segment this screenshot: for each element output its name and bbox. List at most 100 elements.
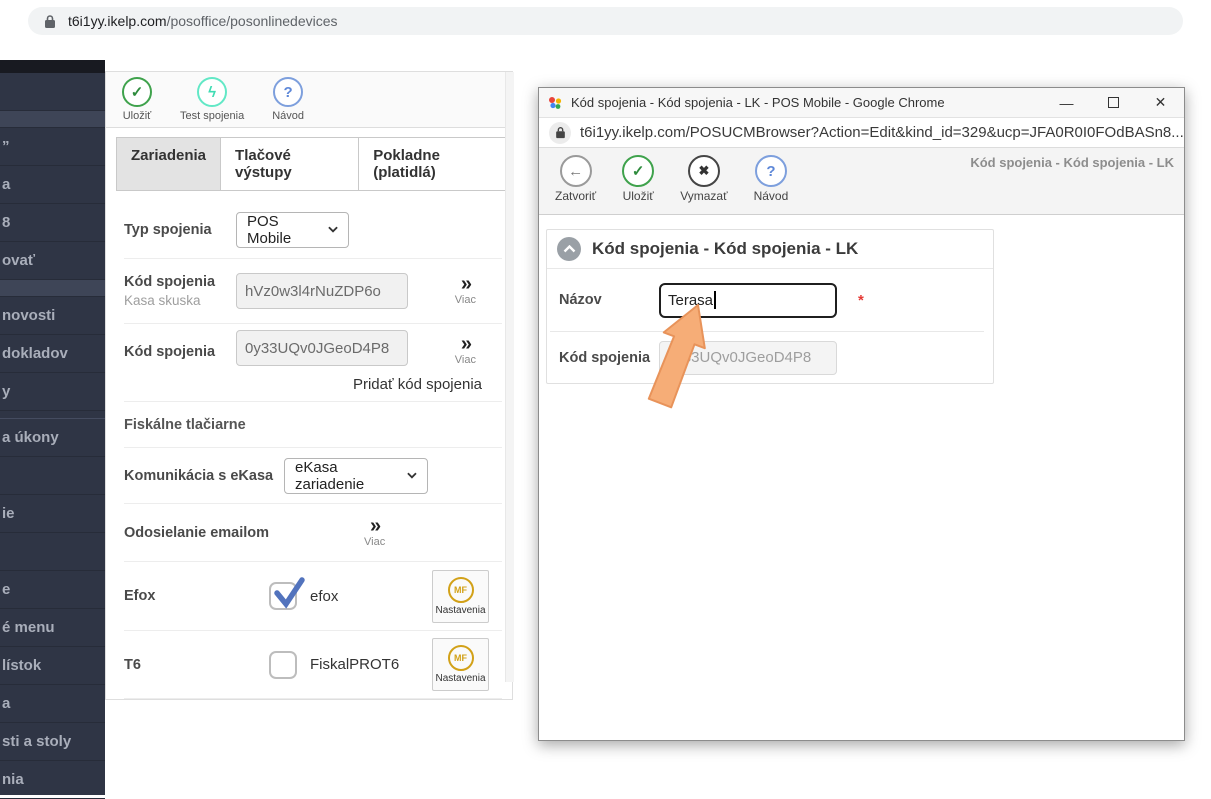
sidebar-item[interactable]: ie xyxy=(0,495,105,533)
close-dialog-button[interactable]: ← Zatvoriť xyxy=(555,155,596,214)
minimize-button[interactable]: — xyxy=(1043,88,1090,118)
code1-sublabel: Kasa skuska xyxy=(124,293,236,308)
sidebar-item[interactable] xyxy=(0,73,105,111)
help-button[interactable]: ? Návod xyxy=(754,155,789,214)
window-controls: — ✕ xyxy=(1043,88,1184,118)
popup-window-title: Kód spojenia - Kód spojenia - LK - POS M… xyxy=(571,95,945,110)
test-connection-button[interactable]: ϟ Test spojenia xyxy=(180,77,244,122)
sidebar-item[interactable]: e xyxy=(0,571,105,609)
save-button[interactable]: ✓ Uložiť xyxy=(622,155,654,214)
close-icon: ✕ xyxy=(1155,94,1167,111)
email-more-button[interactable]: » Viac xyxy=(364,518,385,548)
connection-type-label: Typ spojenia xyxy=(124,222,236,238)
devices-settings-panel: ✓ Uložiť ϟ Test spojenia ? Návod Zariade… xyxy=(105,71,513,700)
save-button[interactable]: ✓ Uložiť xyxy=(122,77,152,122)
arrow-up-icon xyxy=(640,299,720,411)
popup-window: Kód spojenia - Kód spojenia - LK - POS M… xyxy=(538,87,1185,741)
sidebar-divider xyxy=(0,411,105,419)
mf-fiscal-icon: MF xyxy=(448,577,474,603)
sidebar-item[interactable]: nia xyxy=(0,761,105,799)
chevrons-icon: » xyxy=(461,336,470,352)
sidebar-divider xyxy=(0,111,105,128)
sidebar-item[interactable]: dokladov xyxy=(0,335,105,373)
sidebar-item[interactable]: a xyxy=(0,685,105,723)
url-path: /posoffice/posonlinedevices xyxy=(167,13,338,29)
url-domain: t6i1yy.ikelp.com xyxy=(68,13,167,29)
efox-settings-button[interactable]: MF Nastavenia xyxy=(432,570,489,623)
t6-label: T6 xyxy=(124,657,269,673)
address-bar[interactable]: t6i1yy.ikelp.com/posoffice/posonlinedevi… xyxy=(28,7,1183,35)
connection-type-select[interactable]: POS Mobile xyxy=(236,212,349,248)
popup-url-text: t6i1yy.ikelp.com/POSUCMBrowser?Action=Ed… xyxy=(580,124,1184,141)
fiscal-printers-section-title: Fiskálne tlačiarne xyxy=(124,417,246,433)
sidebar-item[interactable]: y xyxy=(0,373,105,411)
popup-titlebar[interactable]: Kód spojenia - Kód spojenia - LK - POS M… xyxy=(539,88,1184,118)
main-toolbar: ✓ Uložiť ϟ Test spojenia ? Návod xyxy=(106,72,512,128)
collapse-button[interactable] xyxy=(557,237,581,261)
checkmark-icon xyxy=(272,576,306,610)
code1-more-button[interactable]: » Viac xyxy=(455,276,476,306)
save-check-icon: ✓ xyxy=(122,77,152,107)
t6-checkbox[interactable] xyxy=(269,651,297,679)
help-button[interactable]: ? Návod xyxy=(272,77,304,122)
sidebar-divider xyxy=(0,280,105,297)
sidebar-item[interactable]: sti a stoly xyxy=(0,723,105,761)
sidebar-item[interactable]: novosti xyxy=(0,297,105,335)
add-connection-code-link[interactable]: Pridať kód spojenia xyxy=(353,376,482,393)
edit-card: Kód spojenia - Kód spojenia - LK Názov T… xyxy=(546,229,994,384)
t6-settings-button[interactable]: MF Nastavenia xyxy=(432,638,489,691)
sidebar-item[interactable]: ovať xyxy=(0,242,105,280)
t6-checkbox-label: FiskalPROT6 xyxy=(310,656,399,673)
code2-input[interactable]: 0y33UQv0JGeoD4P8 xyxy=(236,330,408,366)
chevron-down-icon xyxy=(407,472,417,479)
code1-label: Kód spojenia xyxy=(124,274,236,290)
delete-x-icon: ✖ xyxy=(688,155,720,187)
email-sending-label: Odosielanie emailom xyxy=(124,525,296,541)
sidebar-item[interactable] xyxy=(0,457,105,495)
sidebar-item[interactable] xyxy=(0,533,105,571)
sidebar-item[interactable]: é menu xyxy=(0,609,105,647)
chevron-up-icon xyxy=(563,245,576,253)
ikelp-favicon xyxy=(547,95,563,111)
card-header: Kód spojenia - Kód spojenia - LK xyxy=(547,230,993,269)
tab-bar: Zariadenia Tlačové výstupy Pokladne (pla… xyxy=(116,137,512,191)
required-asterisk: * xyxy=(858,292,864,309)
panel-scrollbar[interactable] xyxy=(505,72,514,682)
delete-button[interactable]: ✖ Vymazať xyxy=(680,155,727,214)
popup-content: Kód spojenia - Kód spojenia - LK Názov T… xyxy=(539,215,1184,742)
sidebar-item[interactable]: 8 xyxy=(0,204,105,242)
close-button[interactable]: ✕ xyxy=(1137,88,1184,118)
lightning-icon: ϟ xyxy=(197,77,227,107)
code2-label: Kód spojenia xyxy=(124,344,236,360)
sidebar-header-strip xyxy=(0,60,105,73)
sidebar-nav: ” a 8 ovať novosti dokladov y a úkony ie… xyxy=(0,60,105,795)
tab-pokladne[interactable]: Pokladne (platidlá) xyxy=(358,137,513,191)
question-icon: ? xyxy=(755,155,787,187)
tab-zariadenia[interactable]: Zariadenia xyxy=(116,137,221,191)
maximize-icon xyxy=(1108,97,1119,108)
tab-tlacove-vystupy[interactable]: Tlačové výstupy xyxy=(220,137,359,191)
mf-fiscal-icon: MF xyxy=(448,645,474,671)
efox-label: Efox xyxy=(124,588,269,604)
lock-icon xyxy=(549,122,571,144)
annotation-arrow xyxy=(640,299,720,411)
code2-more-button[interactable]: » Viac xyxy=(455,336,476,366)
popup-toolbar: ← Zatvoriť ✓ Uložiť ✖ Vymazať ? Návod Kó… xyxy=(539,148,1184,215)
code1-input[interactable]: hVz0w3l4rNuZDP6o xyxy=(236,273,408,309)
save-check-icon: ✓ xyxy=(622,155,654,187)
chevrons-icon: » xyxy=(370,518,379,534)
maximize-button[interactable] xyxy=(1090,88,1137,118)
efox-checkbox[interactable] xyxy=(269,582,297,610)
ekasa-label: Komunikácia s eKasa xyxy=(124,468,284,484)
sidebar-item[interactable]: a xyxy=(0,166,105,204)
sidebar-item[interactable]: lístok xyxy=(0,647,105,685)
sidebar-item[interactable]: ” xyxy=(0,128,105,166)
url-text: t6i1yy.ikelp.com/posoffice/posonlinedevi… xyxy=(68,13,338,29)
sidebar-item[interactable]: a úkony xyxy=(0,419,105,457)
lock-icon xyxy=(44,13,58,29)
ekasa-select[interactable]: eKasa zariadenie xyxy=(284,458,428,494)
chevrons-icon: » xyxy=(461,276,470,292)
card-title: Kód spojenia - Kód spojenia - LK xyxy=(592,239,858,259)
popup-address-bar[interactable]: t6i1yy.ikelp.com/POSUCMBrowser?Action=Ed… xyxy=(539,118,1184,148)
chevron-down-icon xyxy=(328,226,338,233)
